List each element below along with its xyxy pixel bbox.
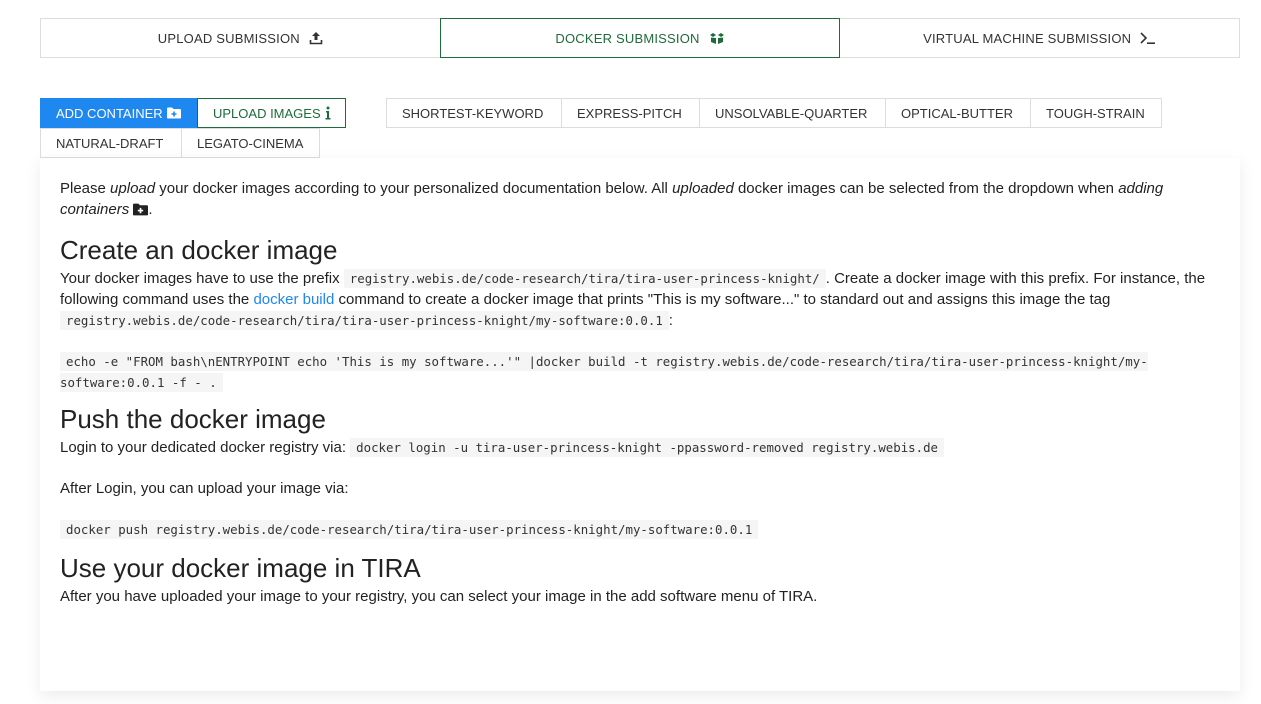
create-text: Your docker images have to use the prefi… xyxy=(60,270,344,287)
container-tab-optical-butter[interactable]: OPTICAL-BUTTER xyxy=(885,98,1031,128)
info-icon xyxy=(325,106,331,120)
login-text: Login to your dedicated docker registry … xyxy=(60,439,351,456)
push-image-heading: Push the docker image xyxy=(60,404,326,434)
container-tab-express-pitch[interactable]: EXPRESS-PITCH xyxy=(561,98,700,128)
container-tab-tough-strain[interactable]: TOUGH-STRAIN xyxy=(1030,98,1162,128)
tab-vm-submission-label: VIRTUAL MACHINE SUBMISSION xyxy=(923,30,1132,46)
intro-text: . xyxy=(148,201,153,218)
after-login-paragraph: After Login, you can upload your image v… xyxy=(60,480,349,497)
docker-build-link[interactable]: docker build xyxy=(253,291,334,308)
upload-icon xyxy=(309,31,323,45)
tab-virtual-machine-submission[interactable]: VIRTUAL MACHINE SUBMISSION xyxy=(839,18,1241,58)
use-image-heading: Use your docker image in TIRA xyxy=(60,553,421,583)
container-tab-label: LEGATO-CINEMA xyxy=(197,135,304,151)
add-container-label: ADD CONTAINER xyxy=(56,105,163,121)
container-tab-label: UNSOLVABLE-QUARTER xyxy=(715,105,868,121)
docker-push-command: docker push registry.webis.de/code-resea… xyxy=(60,520,759,539)
folder-plus-icon xyxy=(166,107,181,119)
docker-docs-panel: Please upload your docker images accordi… xyxy=(40,158,1240,691)
intro-emphasis: upload xyxy=(110,180,156,197)
command-line: echo -e "FROM bash\nENTRYPOINT echo 'Thi… xyxy=(60,352,1148,371)
create-text: command to create a docker image that pr… xyxy=(334,291,1111,308)
container-tab-label: SHORTEST-KEYWORD xyxy=(402,105,544,121)
create-text: : xyxy=(668,312,673,329)
upload-images-button[interactable]: UPLOAD IMAGES xyxy=(197,98,346,128)
docker-build-command: echo -e "FROM bash\nENTRYPOINT echo 'Thi… xyxy=(60,351,1220,393)
tab-upload-submission[interactable]: UPLOAD SUBMISSION xyxy=(40,18,441,58)
image-tag-code: registry.webis.de/code-research/tira/tir… xyxy=(60,311,669,330)
command-line: software:0.0.1 -f - . xyxy=(60,373,223,392)
intro-text: your docker images according to your per… xyxy=(155,180,673,197)
submission-type-tabs: UPLOAD SUBMISSION DOCKER SUBMISSION VIRT… xyxy=(40,18,1241,58)
upload-images-label: UPLOAD IMAGES xyxy=(213,105,321,121)
container-tab-label: OPTICAL-BUTTER xyxy=(901,105,1013,121)
container-tab-legato-cinema[interactable]: LEGATO-CINEMA xyxy=(181,128,320,158)
container-tab-shortest-keyword[interactable]: SHORTEST-KEYWORD xyxy=(386,98,562,128)
docker-push-paragraph: docker push registry.webis.de/code-resea… xyxy=(60,519,1220,540)
login-paragraph: Login to your dedicated docker registry … xyxy=(60,437,1220,458)
container-tab-unsolvable-quarter[interactable]: UNSOLVABLE-QUARTER xyxy=(699,98,886,128)
terminal-icon xyxy=(1140,31,1156,45)
tab-upload-submission-label: UPLOAD SUBMISSION xyxy=(157,30,300,46)
create-image-heading: Create an docker image xyxy=(60,235,338,265)
container-tab-label: TOUGH-STRAIN xyxy=(1046,105,1145,121)
create-image-paragraph: Your docker images have to use the prefi… xyxy=(60,268,1220,331)
container-tab-label: NATURAL-DRAFT xyxy=(56,135,164,151)
folder-plus-icon xyxy=(133,201,149,222)
add-container-button[interactable]: ADD CONTAINER xyxy=(40,98,198,128)
use-image-paragraph: After you have uploaded your image to yo… xyxy=(60,588,818,605)
registry-prefix-code: registry.webis.de/code-research/tira/tir… xyxy=(343,269,826,288)
intro-paragraph: Please upload your docker images accordi… xyxy=(60,178,1220,222)
docker-login-command: docker login -u tira-user-princess-knigh… xyxy=(350,438,945,457)
tab-docker-submission-label: DOCKER SUBMISSION xyxy=(555,30,700,46)
tab-docker-submission[interactable]: DOCKER SUBMISSION xyxy=(439,18,841,58)
intro-text: docker images can be selected from the d… xyxy=(733,180,1119,197)
docker-icon xyxy=(709,31,725,45)
intro-text: Please xyxy=(60,180,111,197)
container-tab-label: EXPRESS-PITCH xyxy=(577,105,682,121)
container-tab-natural-draft[interactable]: NATURAL-DRAFT xyxy=(40,128,182,158)
intro-emphasis: uploaded xyxy=(672,180,734,197)
